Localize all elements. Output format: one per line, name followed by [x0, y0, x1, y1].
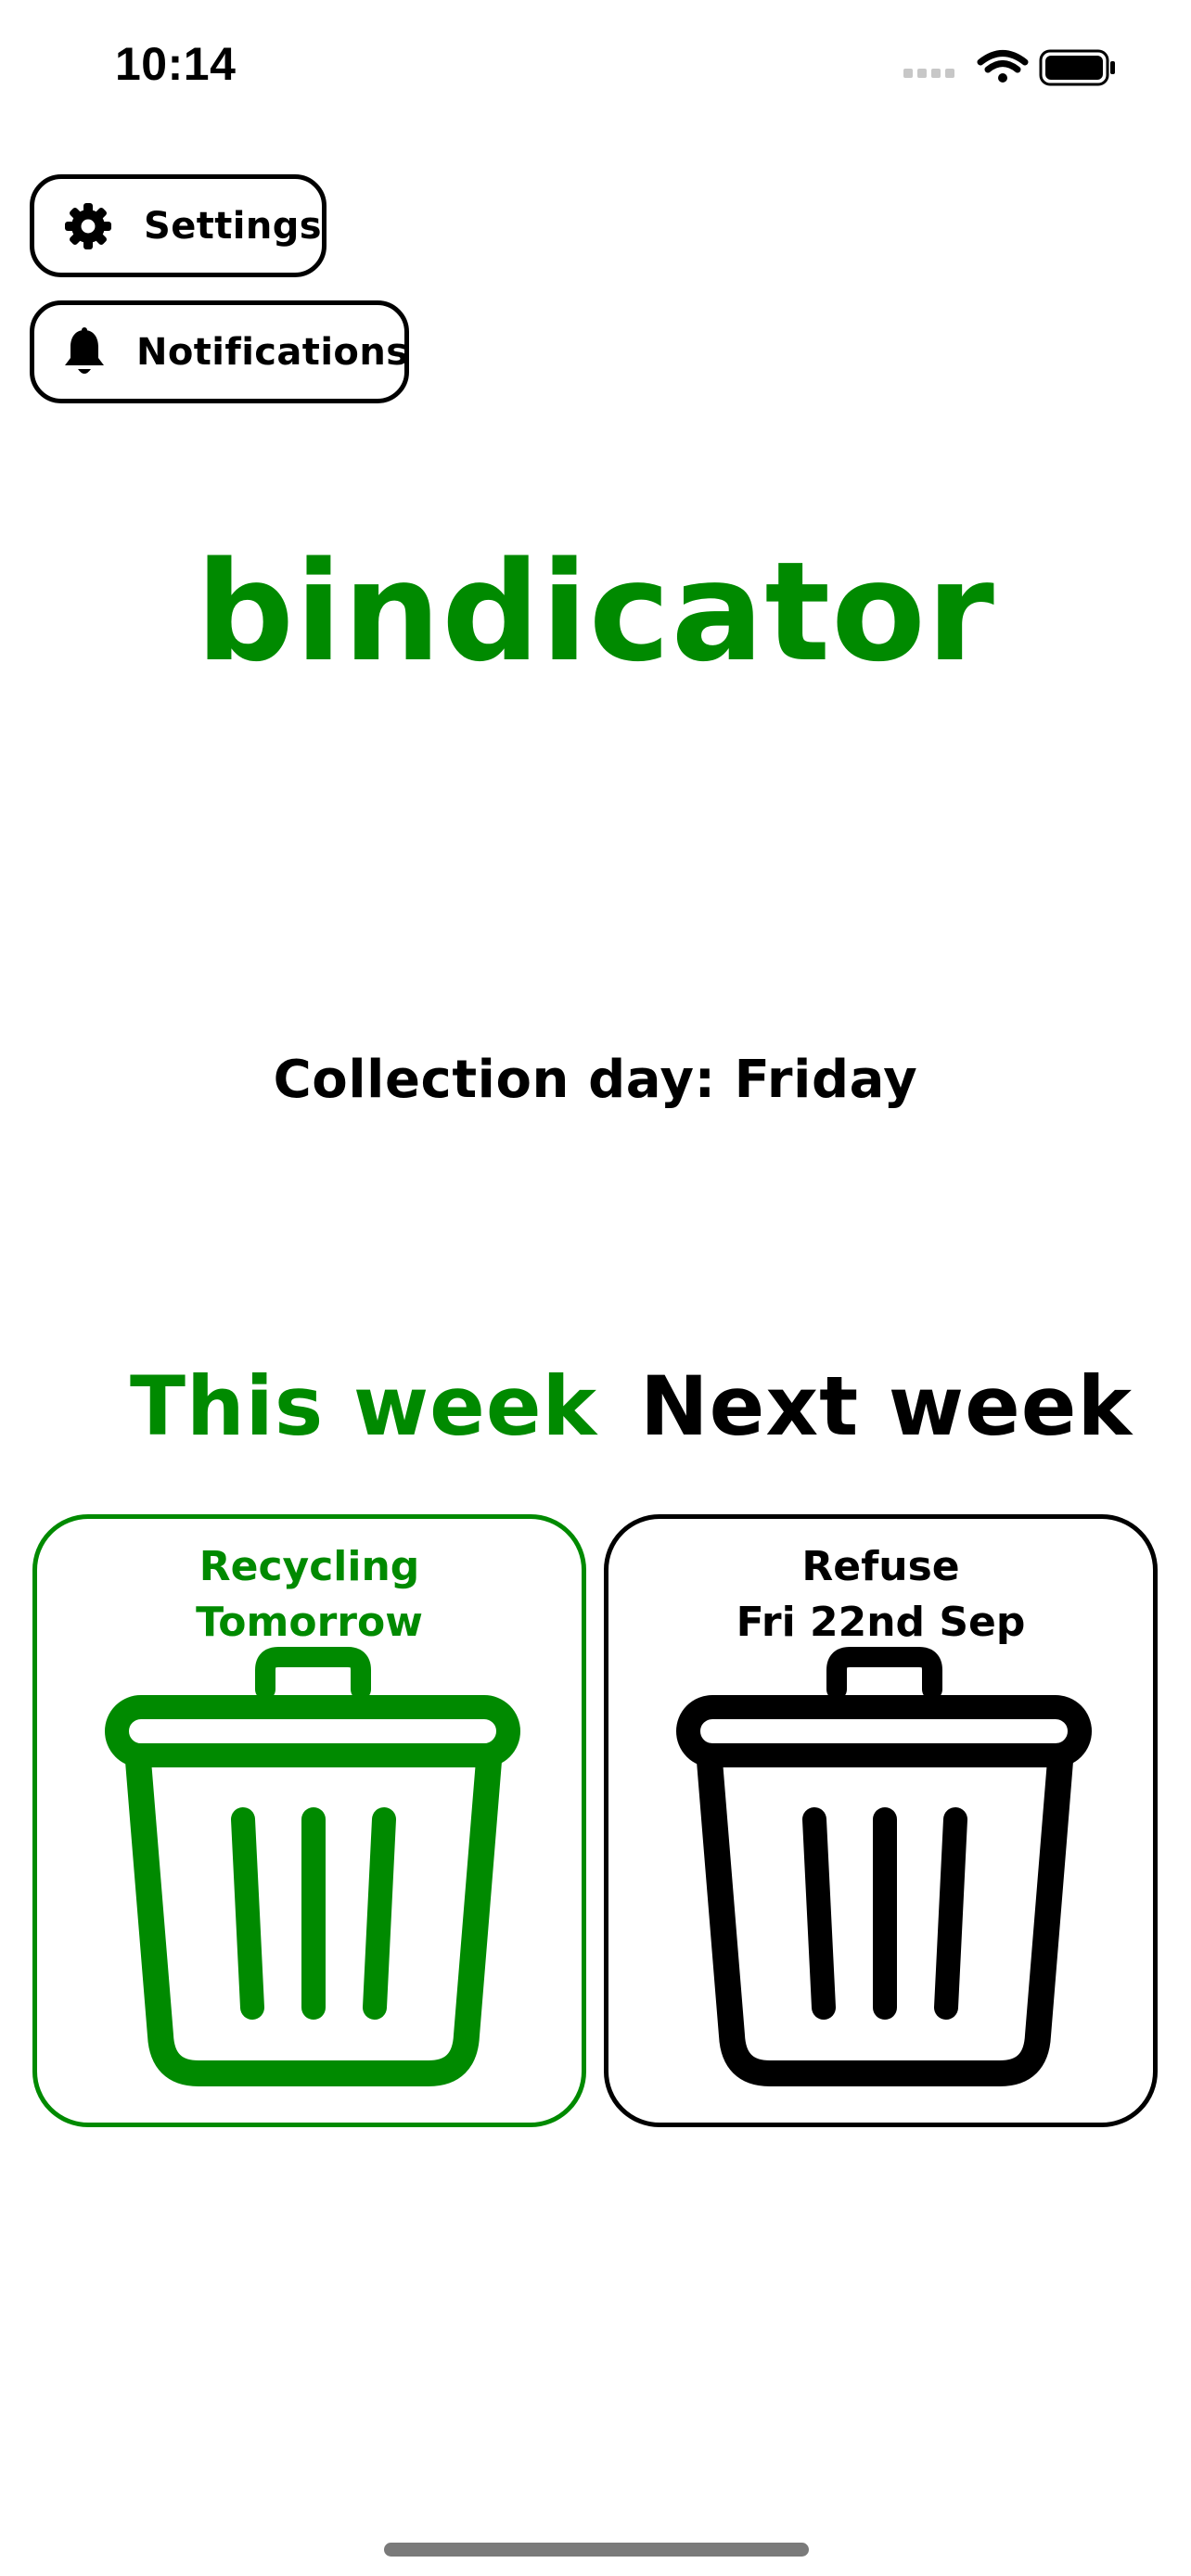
trash-bin-icon [105, 1647, 520, 2086]
this-week-bin-card[interactable]: Recycling Tomorrow [32, 1514, 586, 2127]
wifi-icon [977, 50, 1029, 83]
next-week-bin-type: Refuse [801, 1543, 960, 1590]
this-week-heading: This week [130, 1358, 598, 1454]
notifications-button[interactable]: Notifications [30, 300, 409, 403]
home-indicator[interactable] [384, 2543, 809, 2557]
collection-day-text: Collection day: Friday [273, 1050, 918, 1110]
this-week-bin-when: Tomorrow [196, 1599, 423, 1646]
app-title: bindicator [196, 532, 995, 692]
gear-icon [62, 200, 114, 252]
status-bar-time: 10:14 [115, 38, 237, 90]
settings-button[interactable]: Settings [30, 174, 327, 277]
next-week-bin-text: Refuse Fri 22nd Sep [608, 1539, 1153, 1651]
this-week-bin-type: Recycling [198, 1543, 420, 1590]
trash-bin-icon [676, 1647, 1092, 2086]
notifications-button-label: Notifications [136, 330, 409, 374]
this-week-bin-text: Recycling Tomorrow [37, 1539, 582, 1651]
signal-icon [903, 69, 954, 78]
battery-icon [1039, 49, 1115, 86]
bell-icon [62, 326, 107, 378]
next-week-heading: Next week [640, 1358, 1133, 1454]
next-week-bin-when: Fri 22nd Sep [736, 1599, 1026, 1646]
settings-button-label: Settings [143, 204, 322, 248]
status-bar-icons [903, 49, 1115, 86]
next-week-bin-card[interactable]: Refuse Fri 22nd Sep [604, 1514, 1158, 2127]
